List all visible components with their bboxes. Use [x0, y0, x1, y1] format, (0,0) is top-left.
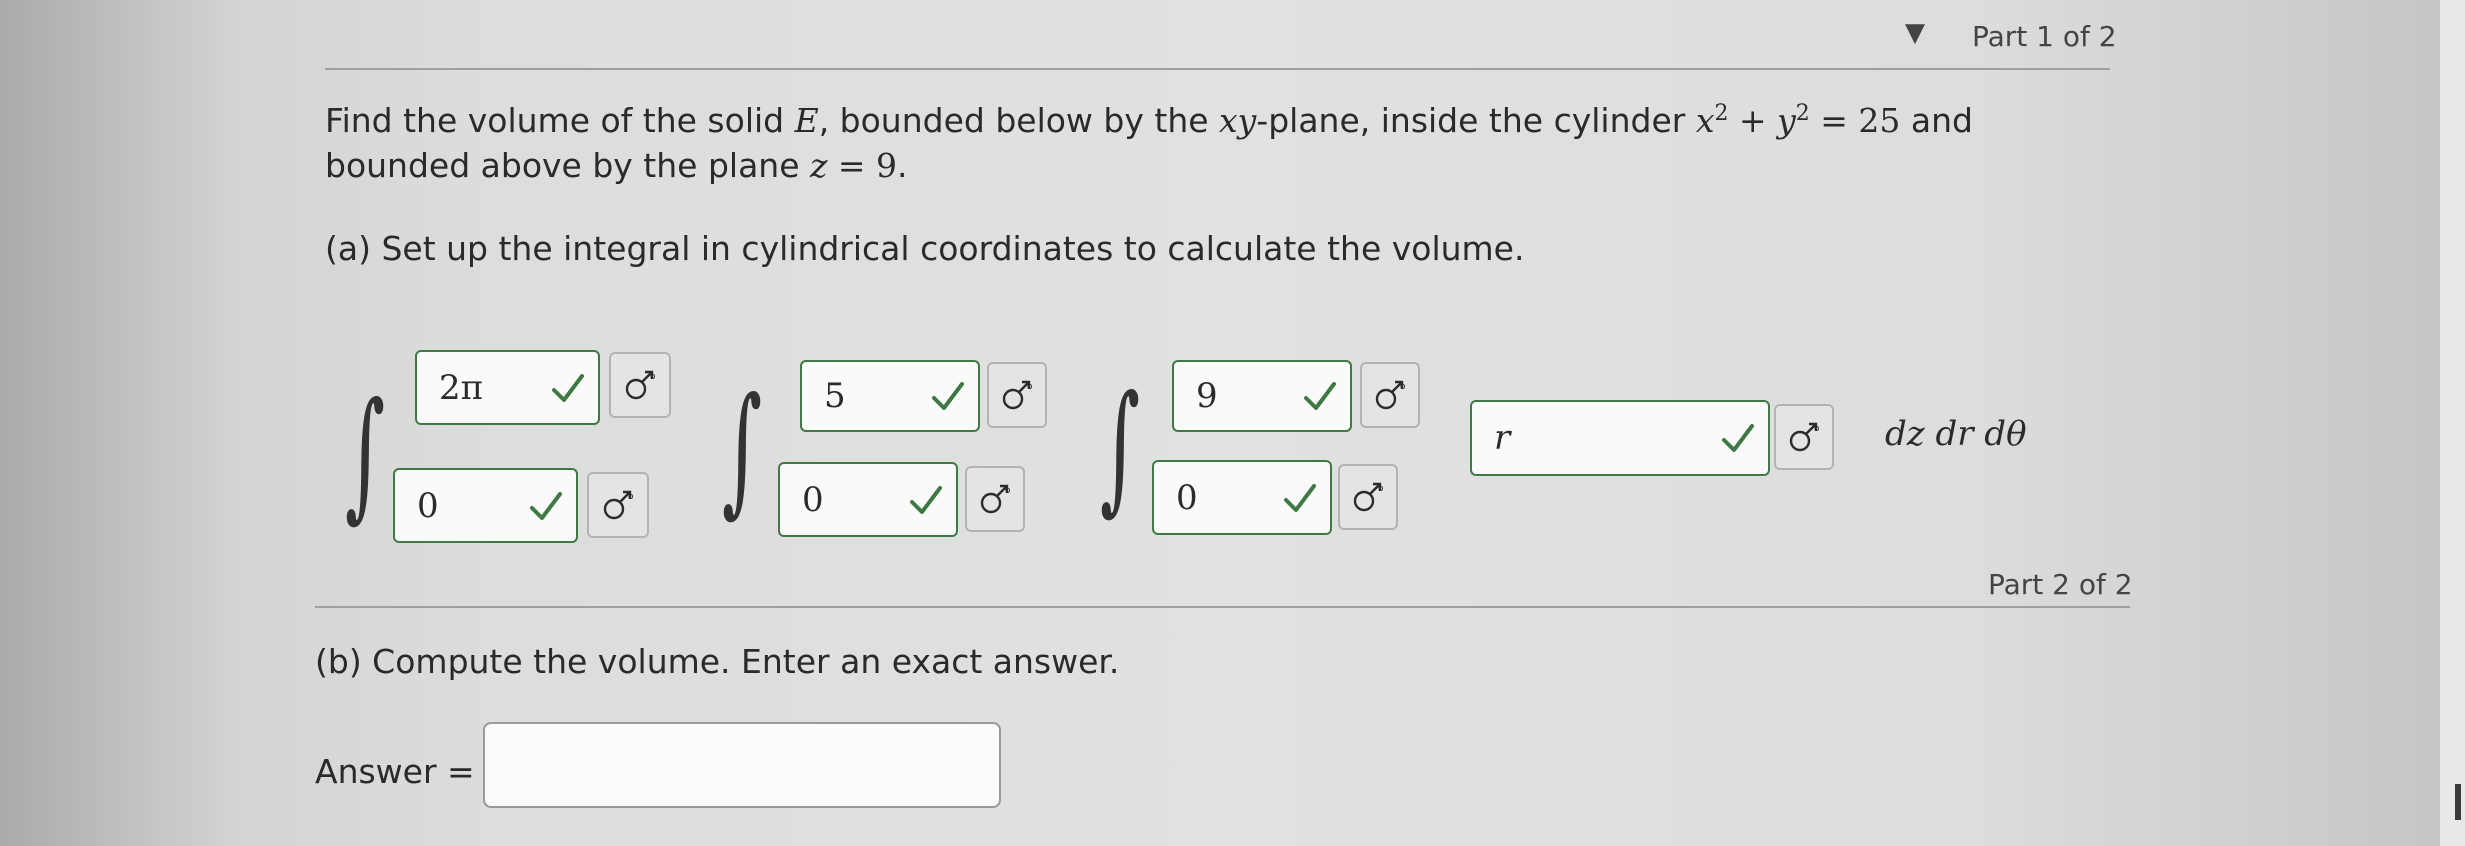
math-tool-button[interactable]	[1360, 362, 1420, 428]
exponent: 2	[1714, 101, 1729, 126]
z-symbol: z	[810, 146, 828, 185]
math-tool-icon	[625, 370, 658, 400]
check-icon	[932, 382, 964, 410]
math-tool-icon	[1353, 482, 1386, 512]
part-1-divider	[325, 68, 2110, 70]
check-icon	[910, 485, 942, 514]
input-value: 0	[1176, 477, 1198, 518]
collapse-triangle-icon[interactable]: ▼	[1905, 18, 1925, 48]
question-line-2: bounded above by the plane z = 9.	[325, 142, 908, 190]
integral-sign: ∫	[722, 368, 763, 531]
math-tool-icon	[603, 490, 636, 520]
question-line-1: Find the volume of the solid E, bounded …	[325, 90, 1973, 145]
math-tool-icon	[1789, 422, 1822, 452]
part-1-header[interactable]: Part 1 of 2	[1972, 20, 2117, 53]
question-text: .	[897, 146, 908, 185]
check-icon	[530, 491, 562, 520]
theta-upper-limit-input[interactable]: 2π	[415, 350, 600, 425]
r-upper-limit-input[interactable]: 5	[800, 360, 980, 432]
answer-label: Answer =	[315, 752, 475, 791]
integral-sign: ∫	[345, 373, 386, 536]
math-tool-button[interactable]	[609, 352, 671, 418]
radius-squared-value: 25	[1858, 101, 1901, 140]
input-value: 5	[824, 376, 846, 416]
question-text: and	[1900, 101, 1973, 140]
math-tool-button[interactable]	[587, 472, 649, 538]
math-tool-icon	[1002, 380, 1035, 410]
check-icon	[1304, 382, 1336, 410]
math-tool-button[interactable]	[1774, 404, 1834, 470]
theta-lower-limit-input[interactable]: 0	[393, 468, 578, 543]
x-symbol: x	[1695, 101, 1715, 140]
plus-sign: +	[1728, 101, 1778, 140]
check-icon	[1284, 483, 1316, 512]
right-scroll-area[interactable]	[2440, 0, 2465, 846]
input-value: 9	[1196, 376, 1218, 416]
exponent: 2	[1795, 101, 1810, 126]
part-2-header: Part 2 of 2	[1988, 568, 2133, 601]
answer-input[interactable]	[483, 722, 1001, 808]
scrollbar-thumb[interactable]	[2455, 784, 2461, 820]
integrand-input[interactable]: r	[1470, 400, 1770, 476]
xy-symbol: xy	[1219, 101, 1257, 140]
differentials: dz dr dθ	[1885, 414, 2027, 454]
z-lower-limit-input[interactable]: 0	[1152, 460, 1332, 535]
question-text: Find the volume of the solid	[325, 101, 795, 140]
math-tool-button[interactable]	[1338, 464, 1398, 530]
integral-sign: ∫	[1100, 366, 1141, 529]
question-text: bounded above by the plane	[325, 146, 810, 185]
input-value: 2π	[439, 367, 483, 408]
check-icon	[552, 373, 584, 402]
math-tool-button[interactable]	[965, 466, 1025, 532]
solid-e-symbol: E	[794, 101, 819, 140]
input-value: r	[1494, 418, 1511, 458]
z-upper-limit-input[interactable]: 9	[1172, 360, 1352, 432]
math-tool-button[interactable]	[987, 362, 1047, 428]
y-symbol: y	[1777, 101, 1796, 140]
part-2-divider	[315, 606, 2130, 608]
part-a-prompt: (a) Set up the integral in cylindrical c…	[325, 229, 1525, 268]
check-icon	[1722, 424, 1754, 452]
equals-sign: =	[1809, 101, 1859, 140]
input-value: 0	[802, 479, 824, 520]
math-tool-icon	[980, 484, 1013, 514]
r-lower-limit-input[interactable]: 0	[778, 462, 958, 537]
input-value: 0	[417, 485, 439, 526]
part-b-prompt: (b) Compute the volume. Enter an exact a…	[315, 642, 1120, 681]
question-text: -plane, inside the cylinder	[1256, 101, 1696, 140]
math-tool-icon	[1375, 380, 1408, 410]
equals-sign: =	[827, 146, 877, 185]
plane-height-value: 9	[876, 146, 898, 185]
question-text: , bounded below by the	[818, 101, 1220, 140]
left-edge-shadow	[0, 0, 240, 846]
